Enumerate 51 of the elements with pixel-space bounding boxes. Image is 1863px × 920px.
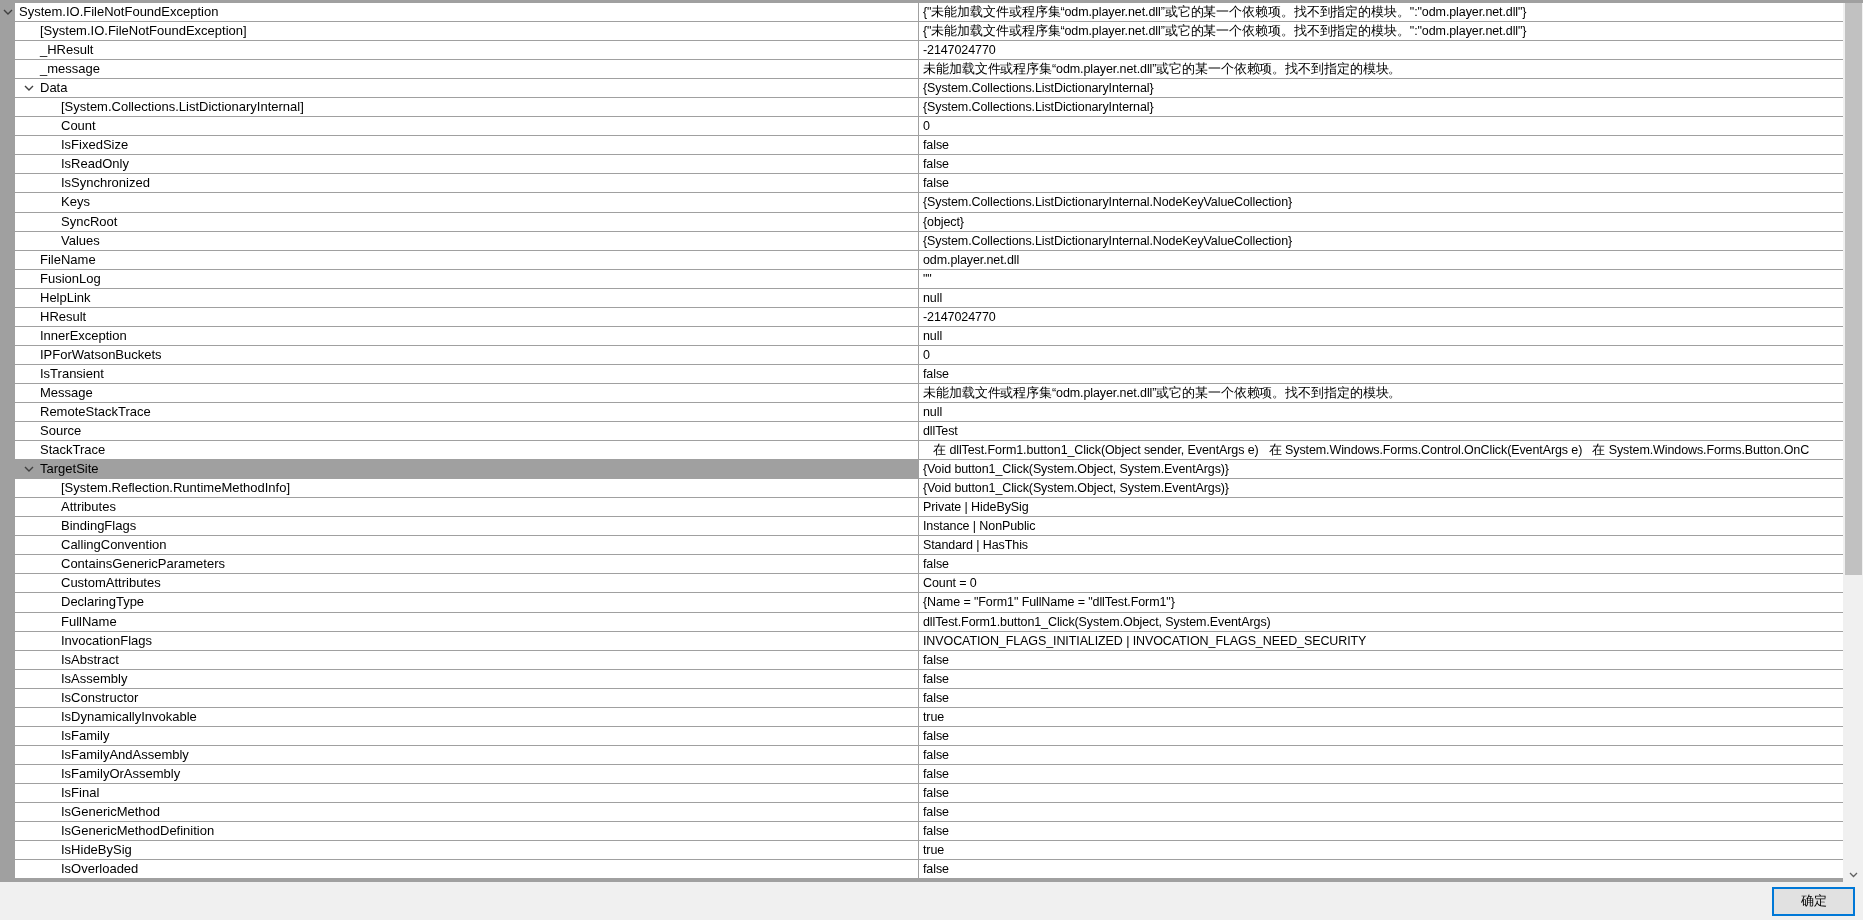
property-value: Instance | NonPublic xyxy=(918,517,1843,537)
property-name[interactable]: BindingFlags xyxy=(15,517,918,537)
property-name[interactable]: _HResult xyxy=(15,41,918,61)
property-value: false xyxy=(918,860,1843,879)
property-name[interactable]: CallingConvention xyxy=(15,536,918,556)
property-name[interactable]: DeclaringType xyxy=(15,593,918,613)
property-value: {System.Collections.ListDictionaryInternal} xyxy=(918,79,1843,99)
property-value: dllTest xyxy=(918,422,1843,442)
property-name[interactable]: Keys xyxy=(15,193,918,213)
property-name[interactable]: Source xyxy=(15,422,918,442)
property-name[interactable]: IsHideBySig xyxy=(15,841,918,861)
scroll-down-icon[interactable] xyxy=(1848,872,1858,878)
property-name[interactable]: IsReadOnly xyxy=(15,155,918,175)
property-value: false xyxy=(918,822,1843,842)
property-name[interactable]: Count xyxy=(15,117,918,137)
ok-button[interactable]: 确定 xyxy=(1772,886,1855,916)
property-value: {System.Collections.ListDictionaryInternal} xyxy=(918,98,1843,118)
property-value: {System.Collections.ListDictionaryInternal.NodeKeyValueCollection} xyxy=(918,193,1843,213)
property-value: 在 dllTest.Form1.button1_Click(Object sender, EventArgs e) 在 System.Windows.Forms.Control.OnClick(EventArgs e) 在 System.Windows.Forms.Button.OnC xyxy=(918,441,1843,461)
property-name[interactable]: System.IO.FileNotFoundException xyxy=(15,3,918,23)
property-name[interactable]: IsOverloaded xyxy=(15,860,918,879)
property-name[interactable]: Attributes xyxy=(15,498,918,518)
property-name[interactable]: StackTrace xyxy=(15,441,918,461)
property-name[interactable]: CustomAttributes xyxy=(15,574,918,594)
property-value: false xyxy=(918,174,1843,194)
property-name[interactable]: [System.IO.FileNotFoundException] xyxy=(15,22,918,42)
scrollbar[interactable] xyxy=(1843,3,1863,882)
property-value: Standard | HasThis xyxy=(918,536,1843,556)
property-name[interactable]: ContainsGenericParameters xyxy=(15,555,918,575)
property-value: {Void button1_Click(System.Object, System.EventArgs)} xyxy=(918,460,1843,480)
property-value: false xyxy=(918,155,1843,175)
property-name[interactable]: IsFixedSize xyxy=(15,136,918,156)
property-value: -2147024770 xyxy=(918,41,1843,61)
property-name[interactable]: IsSynchronized xyxy=(15,174,918,194)
property-value: Count = 0 xyxy=(918,574,1843,594)
property-value: {Void button1_Click(System.Object, System.EventArgs)} xyxy=(918,479,1843,499)
property-name[interactable]: IsGenericMethodDefinition xyxy=(15,822,918,842)
property-value: {"未能加载文件或程序集“odm.player.net.dll”或它的某一个依赖项。找不到指定的模块。":"odm.player.net.dll"} xyxy=(918,22,1843,42)
property-value: Private | HideBySig xyxy=(918,498,1843,518)
property-value: true xyxy=(918,841,1843,861)
property-name[interactable]: [System.Reflection.RuntimeMethodInfo] xyxy=(15,479,918,499)
property-value: false xyxy=(918,555,1843,575)
property-name[interactable]: _message xyxy=(15,60,918,80)
property-value: 0 xyxy=(918,117,1843,137)
property-name[interactable]: [System.Collections.ListDictionaryInternal] xyxy=(15,98,918,118)
scrollbar-thumb[interactable] xyxy=(1844,3,1862,575)
property-value: false xyxy=(918,136,1843,156)
property-name[interactable]: Data xyxy=(15,79,918,99)
property-value: {"未能加载文件或程序集“odm.player.net.dll”或它的某一个依赖项。找不到指定的模块。":"odm.player.net.dll"} xyxy=(918,3,1843,23)
property-value: 未能加载文件或程序集“odm.player.net.dll”或它的某一个依赖项。找不到指定的模块。 xyxy=(918,60,1843,80)
property-value: {Name = "Form1" FullName = "dllTest.Form1"} xyxy=(918,593,1843,613)
